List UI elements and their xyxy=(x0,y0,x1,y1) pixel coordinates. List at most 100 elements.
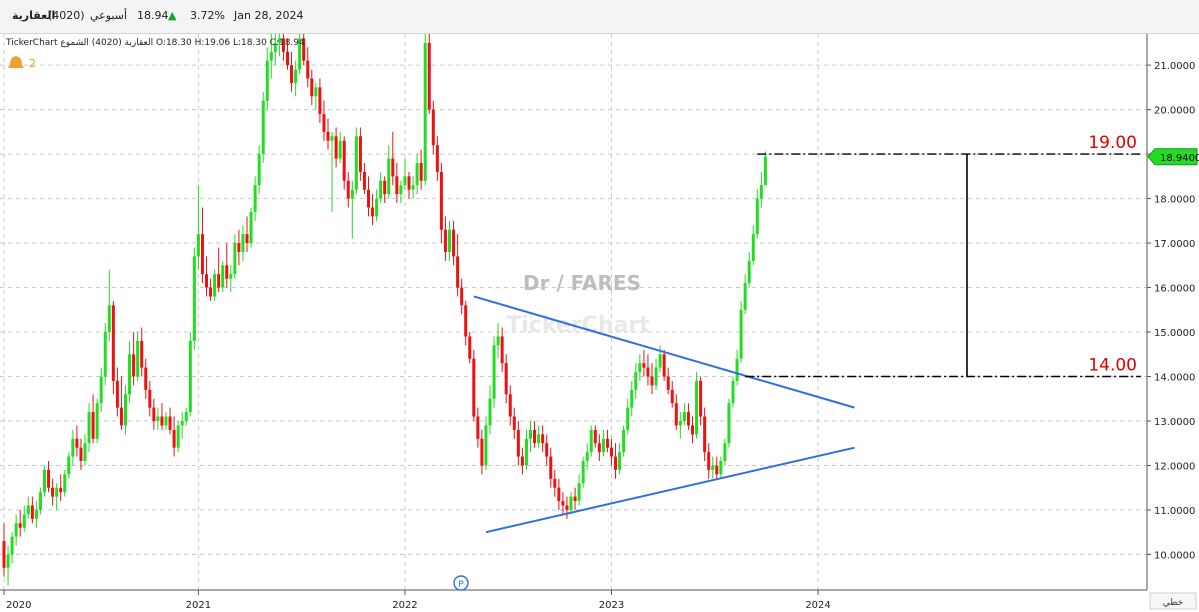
candle-down xyxy=(427,34,431,115)
candle-body xyxy=(391,158,395,177)
candle-body xyxy=(739,309,743,359)
candle-body xyxy=(326,131,330,141)
candle-body xyxy=(545,443,549,457)
candle-body xyxy=(136,340,140,377)
candle-body xyxy=(176,425,180,448)
candle-body xyxy=(719,461,723,475)
candle-body xyxy=(662,354,666,377)
candle-body xyxy=(727,403,731,444)
candle-body xyxy=(699,380,703,417)
candle-body xyxy=(225,265,229,279)
candle-body xyxy=(14,523,18,537)
candle-body xyxy=(618,452,622,470)
candle-body xyxy=(468,336,472,359)
candle-body xyxy=(735,358,739,381)
candle-body xyxy=(75,438,79,448)
candle-body xyxy=(541,434,545,444)
candle-body xyxy=(751,234,755,261)
candle-body xyxy=(731,380,735,404)
candle-body xyxy=(375,198,379,217)
candle-body xyxy=(399,185,403,195)
p-marker[interactable]: P xyxy=(453,575,469,591)
candle-body xyxy=(330,136,334,141)
candle-up xyxy=(492,336,496,408)
y-tick-label: 18.0000 xyxy=(1154,195,1195,206)
candle-body xyxy=(152,407,156,421)
candle-body xyxy=(2,541,6,568)
candle-up xyxy=(176,420,180,453)
candle-body xyxy=(573,496,577,502)
candle-body xyxy=(132,354,136,377)
level-label-bottom: 14.00 xyxy=(1088,355,1137,375)
candle-body xyxy=(614,456,618,470)
x-tick-label: 2023 xyxy=(599,600,624,611)
candle-body xyxy=(160,416,164,426)
candle-body xyxy=(140,340,144,368)
period-label[interactable]: أسبوعي xyxy=(90,9,127,22)
candle-body xyxy=(51,487,55,497)
candle-body xyxy=(253,185,257,212)
candle-body xyxy=(707,452,711,470)
candle-body xyxy=(172,429,176,448)
candle-body xyxy=(342,140,346,181)
candle-up xyxy=(731,376,735,408)
candle-body xyxy=(561,501,565,506)
candle-body xyxy=(755,198,759,235)
candle-body xyxy=(763,156,767,186)
candle-body xyxy=(626,407,630,430)
y-tick-label: 21.0000 xyxy=(1154,61,1195,72)
candle-body xyxy=(241,234,245,252)
candle-body xyxy=(691,425,694,435)
y-axis-ticks: 10.0000 11.0000 12.0000 13.0000 14.0000 15.00… xyxy=(1147,61,1195,561)
candle-body xyxy=(593,429,597,444)
candle-body xyxy=(496,336,500,346)
candle-body xyxy=(367,189,370,208)
candle-up xyxy=(354,127,358,195)
candle-body xyxy=(237,243,241,252)
candle-body xyxy=(715,465,719,475)
candle-body xyxy=(334,136,338,159)
alerts-count: 2 xyxy=(29,57,36,70)
candle-body xyxy=(654,367,658,386)
candle-body xyxy=(610,447,613,457)
candle-body xyxy=(91,412,95,439)
candle-up xyxy=(103,323,107,386)
candle-body xyxy=(148,389,152,408)
candle-body xyxy=(63,474,67,493)
x-tick-label: 2022 xyxy=(392,600,417,611)
y-tick-label: 16.0000 xyxy=(1154,284,1195,295)
candle-body xyxy=(318,87,322,115)
price-chart[interactable]: Dr / FARES TickerChart 10.0000 11.0000 12.… xyxy=(0,34,1199,612)
candle-body xyxy=(71,438,75,457)
candle-body xyxy=(419,162,423,181)
candle-body xyxy=(472,358,476,417)
current-price: 18.94 xyxy=(137,9,169,22)
candle-up xyxy=(221,260,225,292)
y-tick-label: 12.0000 xyxy=(1154,461,1195,472)
x-tick-label: 2020 xyxy=(6,600,31,611)
candle-up xyxy=(261,91,265,163)
candle-body xyxy=(638,363,642,373)
candle-body xyxy=(500,336,504,364)
candle-body xyxy=(601,438,605,453)
candle-body xyxy=(115,380,119,408)
candle-body xyxy=(682,412,686,421)
candle-body xyxy=(156,416,160,421)
candle-body xyxy=(38,492,42,510)
candle-body xyxy=(642,363,646,368)
candle-body xyxy=(508,394,512,417)
candle-body xyxy=(87,412,91,444)
price-tag-text: 18.9400 xyxy=(1160,153,1199,164)
candle-body xyxy=(55,487,59,497)
level-label-top: 19.00 xyxy=(1088,133,1137,153)
x-tick-label: 2021 xyxy=(186,600,211,611)
candle-body xyxy=(265,60,269,101)
candle-body xyxy=(678,420,682,426)
candle-body xyxy=(294,69,298,83)
candle-body xyxy=(553,478,557,488)
candle-body xyxy=(435,145,439,172)
candle-down xyxy=(468,332,472,364)
candle-body xyxy=(180,420,184,426)
y-tick-label: 20.0000 xyxy=(1154,106,1195,117)
candle-body xyxy=(605,438,609,448)
